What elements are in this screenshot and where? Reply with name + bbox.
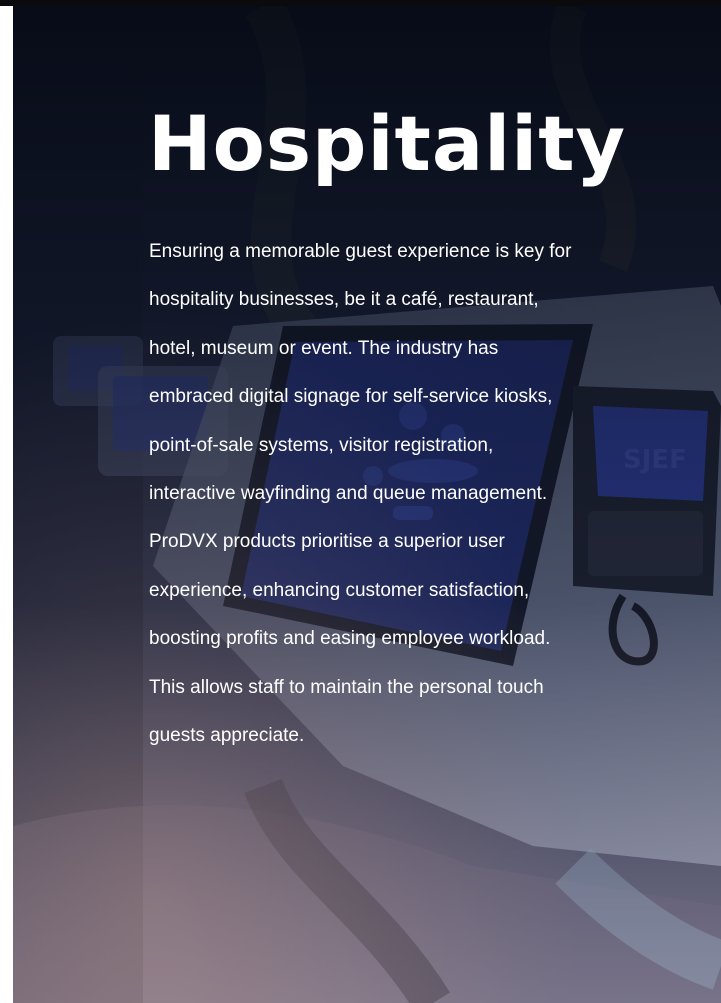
body-line: This allows staff to maintain the person… <box>149 676 544 698</box>
body-line: hospitality businesses, be it a café, re… <box>149 289 539 311</box>
left-margin <box>0 6 13 1003</box>
body-paragraph: Ensuring a memorable guest experience is… <box>149 228 619 760</box>
body-line: boosting profits and easing employee wor… <box>149 628 551 650</box>
body-line: experience, enhancing customer satisfact… <box>149 579 530 601</box>
body-line: Ensuring a memorable guest experience is… <box>149 241 572 262</box>
body-line: interactive wayfinding and queue managem… <box>149 482 548 504</box>
body-line: ProDVX products prioritise a superior us… <box>149 531 505 553</box>
body-line: hotel, museum or event. The industry has <box>149 337 499 359</box>
body-line: point-of-sale systems, visitor registrat… <box>149 434 494 456</box>
body-line: embraced digital signage for self-servic… <box>149 386 553 408</box>
brochure-page: SJEF Hospitality Ensuring a memorable gu… <box>0 0 721 1003</box>
page-title: Hospitality <box>148 99 627 188</box>
body-line: guests appreciate. <box>149 724 305 746</box>
